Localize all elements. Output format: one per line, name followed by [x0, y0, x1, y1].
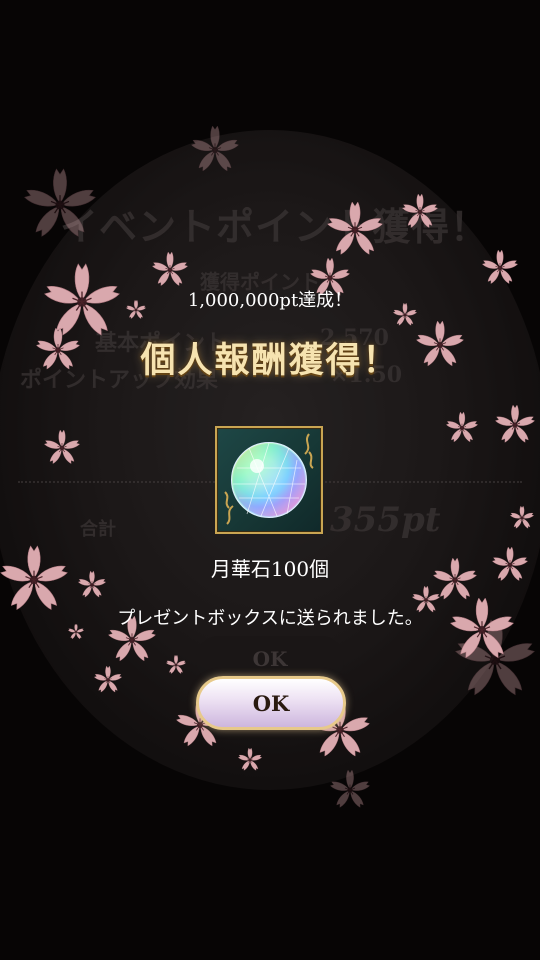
sakura-icon — [402, 194, 438, 229]
sakura-icon — [191, 126, 239, 172]
reward-item-name: 月華石100個 — [210, 557, 330, 581]
sakura-icon — [152, 252, 188, 287]
reward-title: 個人報酬獲得！ — [140, 340, 400, 381]
sakura-icon — [24, 169, 97, 238]
ok-button[interactable]: OK — [196, 676, 346, 730]
sakura-icon — [327, 202, 383, 256]
sakura-icon — [455, 620, 536, 697]
sakura-icon — [94, 666, 122, 693]
sakura-icon — [510, 506, 534, 529]
sakura-icon — [166, 655, 186, 674]
achievement-text: 1,000,000pt達成！ — [187, 290, 353, 311]
sakura-icon — [238, 748, 262, 771]
reward-item-frame — [215, 426, 323, 534]
sakura-icon — [482, 250, 518, 285]
sakura-icon — [446, 412, 478, 443]
sakura-icon — [495, 405, 535, 443]
sakura-icon — [44, 430, 80, 465]
ok-button-label: OK — [252, 690, 290, 716]
moon-gem-icon — [224, 433, 314, 525]
reward-message: プレゼントボックスに送られました。 — [117, 608, 423, 629]
sakura-icon — [330, 770, 370, 808]
